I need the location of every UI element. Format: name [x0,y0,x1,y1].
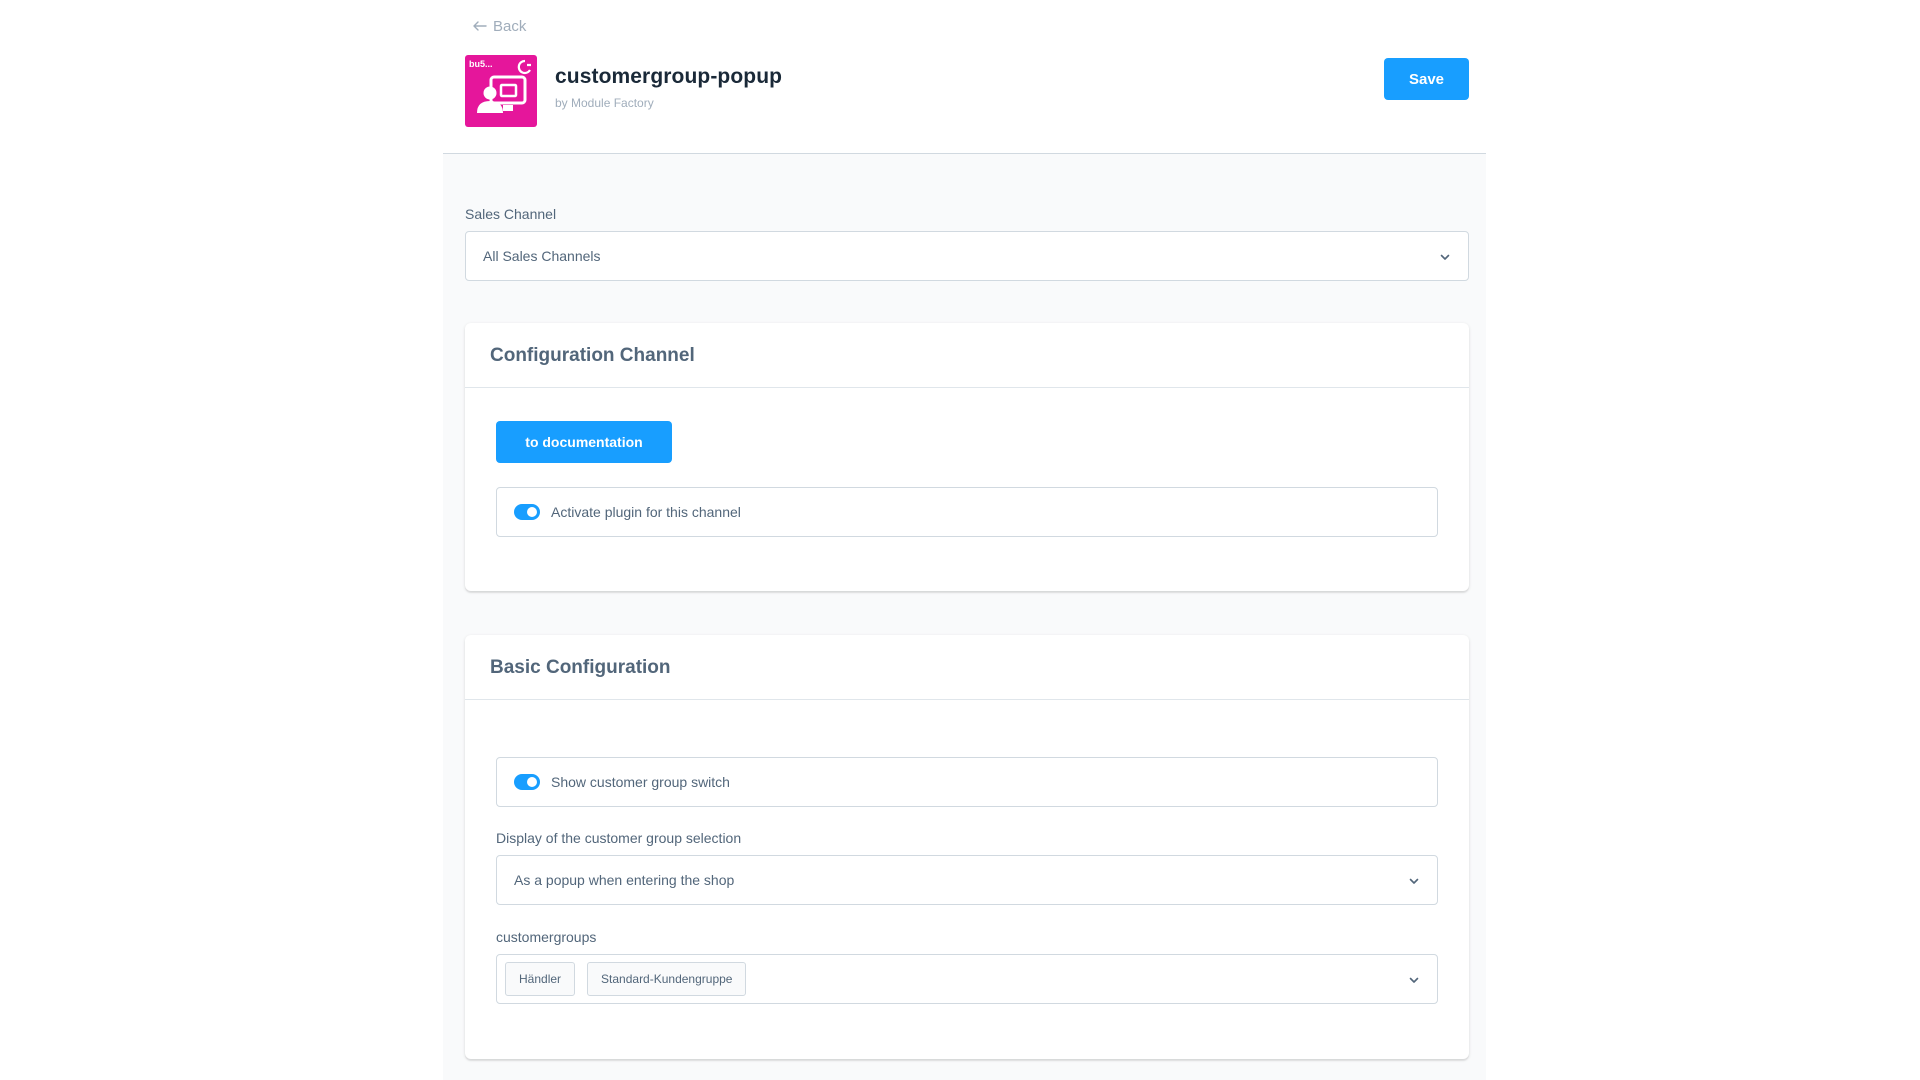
chevron-down-icon [1408,973,1420,989]
app-subtitle: by Module Factory [555,96,654,110]
display-selection-select[interactable]: As a popup when entering the shop [496,855,1438,905]
sales-channel-label: Sales Channel [465,206,557,222]
chevron-down-icon [1439,250,1451,266]
card-title: Configuration Channel [490,345,695,366]
sales-channel-value: All Sales Channels [483,248,601,264]
tag-standard-kundengruppe[interactable]: Standard-Kundengruppe [587,962,747,996]
chevron-down-icon [1408,874,1420,890]
activate-plugin-toggle[interactable] [514,504,540,520]
customergroups-multiselect[interactable]: Händler Standard-Kundengruppe [496,954,1438,1004]
back-link[interactable]: Back [473,16,526,36]
customergroups-label: customergroups [496,929,597,945]
page-header: Back bu5... customergroup-popup by Modul… [443,0,1486,154]
activate-plugin-label: Activate plugin for this channel [551,504,741,520]
display-selection-value: As a popup when entering the shop [514,872,735,888]
app-title: customergroup-popup [555,65,783,88]
sales-channel-select[interactable]: All Sales Channels [465,231,1469,281]
tag-haendler[interactable]: Händler [505,962,576,996]
card-header: Basic Configuration [465,635,1469,700]
content-column: Back bu5... customergroup-popup by Modul… [443,0,1486,1080]
selected-tags: Händler Standard-Kundengruppe [497,962,758,996]
save-button[interactable]: Save [1384,58,1469,100]
configuration-channel-card: Configuration Channel to documentation A… [465,323,1469,591]
card-title: Basic Configuration [490,657,671,678]
show-group-switch-row: Show customer group switch [496,757,1438,807]
to-documentation-button[interactable]: to documentation [496,421,672,463]
activate-plugin-row: Activate plugin for this channel [496,487,1438,537]
show-group-switch-label: Show customer group switch [551,774,730,790]
basic-configuration-card: Basic Configuration Show customer group … [465,635,1469,1059]
show-group-switch-toggle[interactable] [514,774,540,790]
app-logo: bu5... [465,55,537,127]
arrow-left-icon [473,21,487,31]
back-label: Back [493,17,527,35]
card-header: Configuration Channel [465,323,1469,388]
display-selection-label: Display of the customer group selection [496,830,742,846]
logo-text: bu5... [469,59,493,69]
